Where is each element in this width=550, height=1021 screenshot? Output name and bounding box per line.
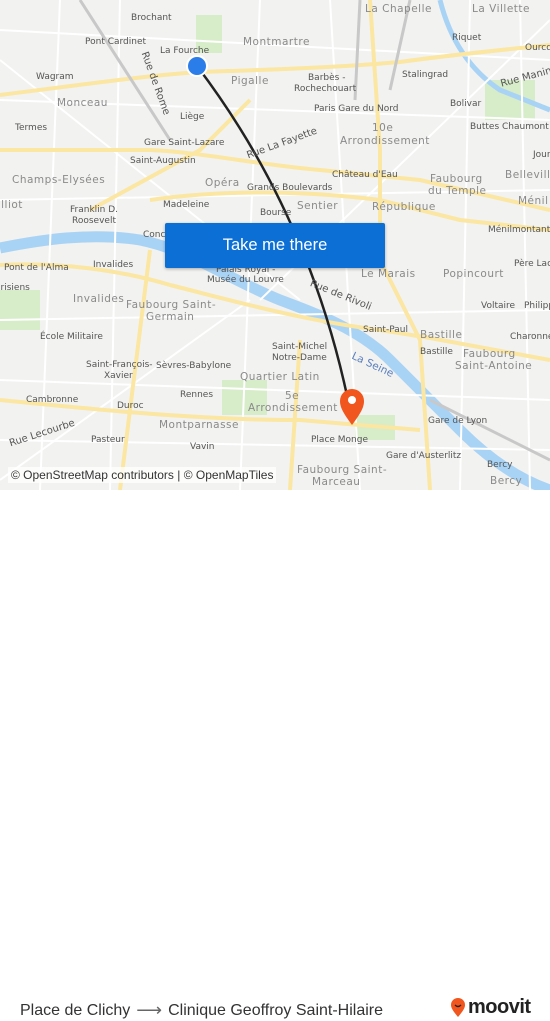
map-label: Pigalle xyxy=(231,75,269,87)
map-label: Wagram xyxy=(36,72,74,82)
map-label: Buttes Chaumont xyxy=(470,122,549,132)
map-label: Rochechouart xyxy=(294,84,357,94)
map-label: Place Monge xyxy=(311,435,369,445)
map-label: Faubourg Saint- xyxy=(297,464,388,476)
map-label: Bastille xyxy=(420,347,453,357)
route-summary: Place de Clichy ⟶ Clinique Geoffroy Sain… xyxy=(20,1000,383,1021)
destination-name: Clinique Geoffroy Saint-Hilaire xyxy=(168,1001,384,1019)
arrow-right-icon: ⟶ xyxy=(136,1000,163,1020)
map-label: Faubourg xyxy=(463,348,516,360)
map-label: Belleville xyxy=(505,169,550,181)
map-label: Bolivar xyxy=(450,99,482,109)
map-label: Popincourt xyxy=(443,268,504,280)
map-label: Termes xyxy=(15,123,48,133)
map-label: République xyxy=(372,201,436,213)
map-label: Bercy xyxy=(487,460,513,470)
map-label: Montmartre xyxy=(243,36,310,48)
map-label: Saint-Antoine xyxy=(455,360,533,372)
map-label: Duroc xyxy=(117,401,144,411)
footer: Place de Clichy ⟶ Clinique Geoffroy Sain… xyxy=(0,490,550,1020)
origin-marker-icon[interactable] xyxy=(186,55,208,77)
map-label: Grands Boulevards xyxy=(247,183,333,193)
map-label: La Villette xyxy=(472,3,530,15)
map-label: Saint-Augustin xyxy=(130,156,196,166)
map-label: Cambronne xyxy=(26,395,79,405)
map-attribution[interactable]: © OpenStreetMap contributors | © OpenMap… xyxy=(8,467,277,483)
map-label: Quartier Latin xyxy=(240,371,320,383)
map-label: Roosevelt xyxy=(72,216,116,226)
map-label: Gare d'Austerlitz xyxy=(386,451,462,461)
origin-name: Place de Clichy xyxy=(20,1001,131,1019)
map-label: Rennes xyxy=(180,390,214,400)
map-label: Faubourg Saint- xyxy=(126,299,217,311)
map-label: Château d'Eau xyxy=(332,170,398,180)
map-label: Xavier xyxy=(104,371,133,381)
map-label: Sèvres-Babylone xyxy=(156,361,232,371)
map-label: Ménil xyxy=(518,195,549,207)
map-label: Stalingrad xyxy=(402,70,449,80)
map-label: Invalides xyxy=(73,293,125,305)
map-label: Arrondissement xyxy=(340,135,430,147)
map-label: 5e xyxy=(285,390,300,402)
take-me-there-button[interactable]: Take me there xyxy=(165,223,385,268)
map-label: Bourse xyxy=(260,208,292,218)
map-label: Voltaire xyxy=(481,301,516,311)
map-label: La Fourche xyxy=(160,46,210,56)
map-label: Sentier xyxy=(297,200,339,212)
map-label: Notre-Dame xyxy=(272,353,327,363)
map-label: Gare Saint-Lazare xyxy=(144,138,225,148)
map-label: Barbès - xyxy=(308,73,346,83)
map-label: Invalides xyxy=(93,260,134,270)
map-label: Riquet xyxy=(452,33,482,43)
map-label: Jourdain xyxy=(533,150,550,160)
map-label: Parisiens xyxy=(0,283,30,293)
map-label: Pont de l'Alma xyxy=(4,263,69,273)
map-label: du Temple xyxy=(428,185,487,197)
map-label: École Militaire xyxy=(40,332,103,342)
map-label: Ménilmontant xyxy=(488,225,550,235)
map-label: Bastille xyxy=(420,329,463,341)
map-label: Montparnasse xyxy=(159,419,239,431)
map-label: Pont Cardinet xyxy=(85,37,147,47)
map-label: Pasteur xyxy=(91,435,125,445)
map-label: Faubourg xyxy=(430,173,483,185)
moovit-logo-text: moovit xyxy=(468,996,531,1018)
map-label: Liège xyxy=(180,112,205,122)
map-label: Philipp xyxy=(524,301,550,311)
map-label: Brochant xyxy=(131,13,172,23)
moovit-pin-icon xyxy=(451,997,465,1017)
map-label: Gare de Lyon xyxy=(428,416,488,426)
map-label: La Chapelle xyxy=(365,3,432,15)
map-label: Saint-François- xyxy=(86,360,153,370)
map-label: Saint-Paul xyxy=(363,325,408,335)
map-label: Madeleine xyxy=(163,200,210,210)
map-label: Elliot xyxy=(0,199,23,211)
map[interactable]: Brochant Pont Cardinet La Fourche Montma… xyxy=(0,0,550,490)
map-label: Le Marais xyxy=(361,268,416,280)
map-label: Opéra xyxy=(205,177,240,189)
moovit-logo[interactable]: moovit xyxy=(450,996,531,1019)
map-label: Champs-Elysées xyxy=(12,174,106,186)
map-label: Ourcq xyxy=(525,43,550,53)
map-label: Monceau xyxy=(57,97,108,109)
map-label: Paris Gare du Nord xyxy=(314,104,399,114)
map-label: Père Lach xyxy=(514,259,550,269)
map-label: Franklin D. xyxy=(70,205,119,215)
park xyxy=(0,290,40,330)
map-label: Saint-Michel xyxy=(272,342,328,352)
map-label: Germain xyxy=(146,311,195,323)
map-label: Musée du Louvre xyxy=(207,275,284,285)
map-label: Charonne xyxy=(510,332,550,342)
map-label: Bercy xyxy=(490,475,523,487)
map-label: Arrondissement xyxy=(248,402,338,414)
map-label: Marceau xyxy=(312,476,361,488)
map-label: 10e xyxy=(372,122,394,134)
map-label: Vavin xyxy=(190,442,215,452)
